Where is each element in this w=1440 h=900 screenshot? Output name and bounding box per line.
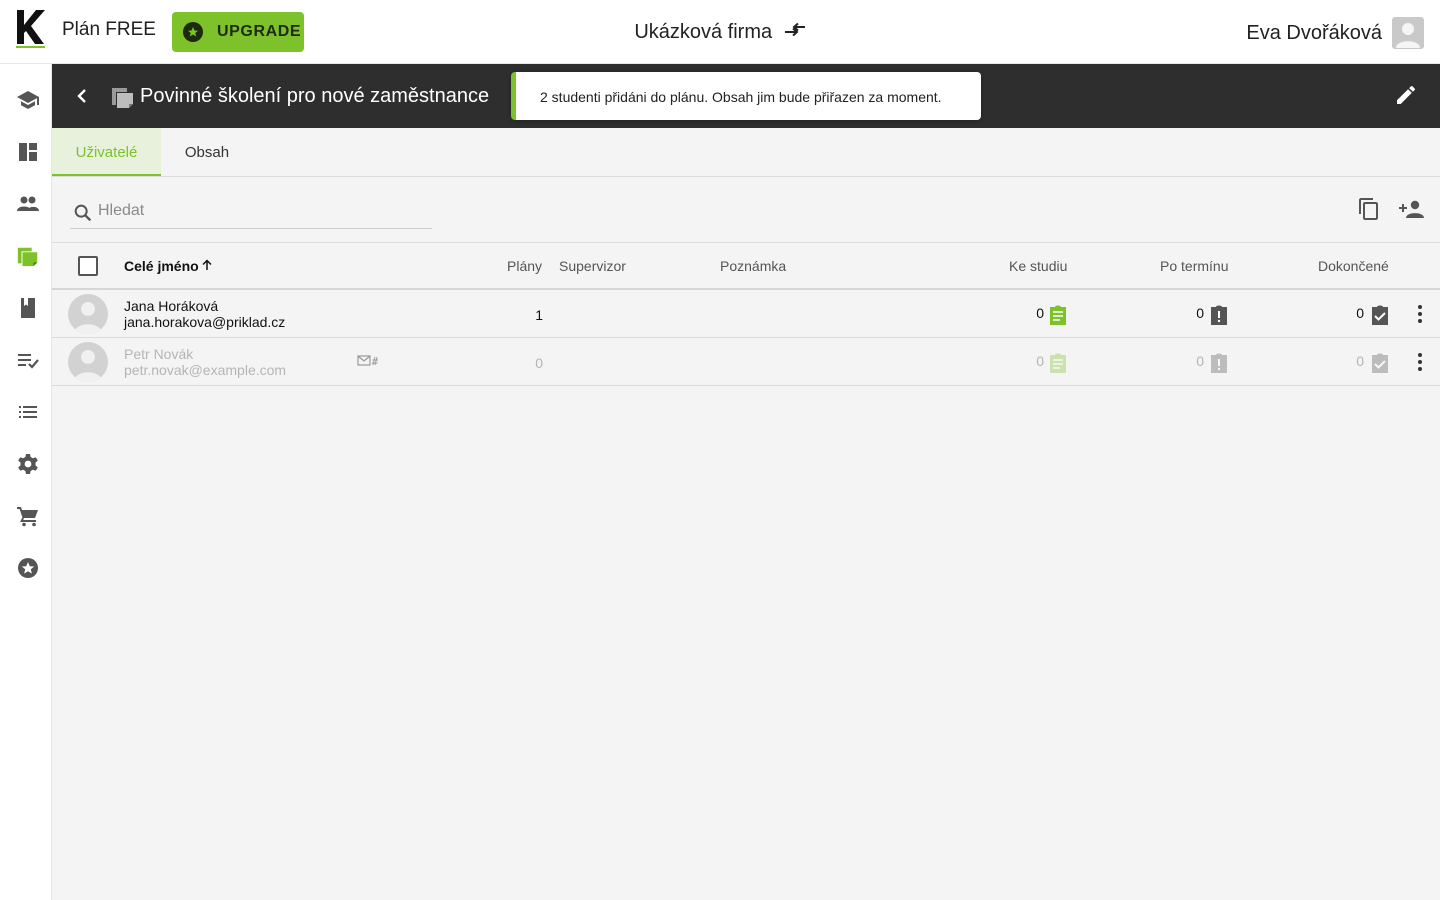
clipboard-check-icon bbox=[1372, 305, 1388, 325]
more-vertical-icon[interactable] bbox=[1410, 350, 1430, 374]
clipboard-check-icon bbox=[1372, 353, 1388, 373]
top-bar: Plán FREE UPGRADE Ukázková firma Eva Dvo… bbox=[0, 0, 1440, 64]
edit-pencil-icon[interactable] bbox=[1394, 83, 1418, 107]
column-overdue[interactable]: Po termínu bbox=[1160, 258, 1228, 274]
plans-count: 0 bbox=[535, 355, 543, 371]
overdue-count: 0 bbox=[1196, 305, 1204, 321]
company-switcher[interactable]: Ukázková firma bbox=[0, 21, 1440, 44]
column-note[interactable]: Poznámka bbox=[720, 258, 786, 274]
more-vertical-icon[interactable] bbox=[1410, 302, 1430, 326]
star-icon[interactable] bbox=[16, 556, 40, 580]
swap-arrows-icon[interactable] bbox=[784, 21, 806, 44]
overdue-count: 0 bbox=[1196, 353, 1204, 369]
cart-icon[interactable] bbox=[16, 504, 40, 528]
tab-content[interactable]: Obsah bbox=[161, 128, 253, 176]
tab-users[interactable]: Uživatelé bbox=[52, 128, 161, 176]
page-title: Povinné školení pro nové zaměstnance bbox=[140, 85, 490, 107]
avatar bbox=[68, 342, 108, 382]
user-avatar[interactable] bbox=[1392, 17, 1424, 49]
toast-message: 2 studenti přidáni do plánu. Obsah jim b… bbox=[540, 89, 942, 105]
copy-icon[interactable] bbox=[1357, 197, 1381, 221]
search-box bbox=[70, 195, 432, 229]
user-full-name[interactable]: Petr Novák bbox=[124, 346, 193, 362]
to-study-count: 0 bbox=[1036, 353, 1044, 369]
column-to-study[interactable]: Ke studiu bbox=[1009, 258, 1067, 274]
envelope-pending-icon bbox=[357, 355, 378, 366]
plans-icon bbox=[110, 84, 136, 110]
user-name[interactable]: Eva Dvořáková bbox=[1246, 22, 1382, 45]
school-icon[interactable] bbox=[16, 88, 40, 112]
table-row[interactable]: Jana Horáková jana.horakova@priklad.cz 1… bbox=[52, 290, 1440, 338]
checklist-icon[interactable] bbox=[16, 348, 40, 372]
plans-icon[interactable] bbox=[16, 244, 40, 268]
clipboard-list-icon bbox=[1050, 305, 1066, 325]
user-email: jana.horakova@priklad.cz bbox=[124, 314, 286, 330]
done-count: 0 bbox=[1356, 353, 1364, 369]
toast-notification: 2 studenti přidáni do plánu. Obsah jim b… bbox=[511, 72, 981, 120]
sidebar bbox=[0, 64, 52, 900]
plans-count: 1 bbox=[535, 307, 543, 323]
user-full-name[interactable]: Jana Horáková bbox=[124, 298, 218, 314]
search-icon bbox=[74, 204, 92, 222]
table-row[interactable]: Petr Novák petr.novak@example.com 0 0 0 … bbox=[52, 338, 1440, 386]
add-user-icon[interactable] bbox=[1398, 197, 1426, 221]
company-name: Ukázková firma bbox=[634, 21, 773, 43]
select-all-checkbox[interactable] bbox=[78, 256, 98, 276]
avatar bbox=[68, 294, 108, 334]
done-count: 0 bbox=[1356, 305, 1364, 321]
column-plans[interactable]: Plány bbox=[507, 258, 542, 274]
list-icon[interactable] bbox=[16, 400, 40, 424]
gear-icon[interactable] bbox=[16, 452, 40, 476]
sort-arrow-up-icon bbox=[202, 259, 212, 270]
clipboard-alert-icon bbox=[1211, 353, 1227, 373]
back-chevron-icon[interactable] bbox=[70, 84, 94, 108]
people-icon[interactable] bbox=[16, 192, 40, 216]
to-study-count: 0 bbox=[1036, 305, 1044, 321]
dashboard-icon[interactable] bbox=[16, 140, 40, 164]
table-header: Celé jméno Plány Supervizor Poznámka Ke … bbox=[52, 242, 1440, 290]
clipboard-list-icon bbox=[1050, 353, 1066, 373]
column-done[interactable]: Dokončené bbox=[1318, 258, 1389, 274]
clipboard-alert-icon bbox=[1211, 305, 1227, 325]
tab-bar: Uživatelé Obsah bbox=[52, 128, 1440, 177]
book-icon[interactable] bbox=[16, 296, 40, 320]
column-name[interactable]: Celé jméno bbox=[124, 258, 213, 274]
search-input[interactable] bbox=[98, 199, 418, 223]
user-email: petr.novak@example.com bbox=[124, 362, 287, 378]
column-supervisor[interactable]: Supervizor bbox=[559, 258, 626, 274]
